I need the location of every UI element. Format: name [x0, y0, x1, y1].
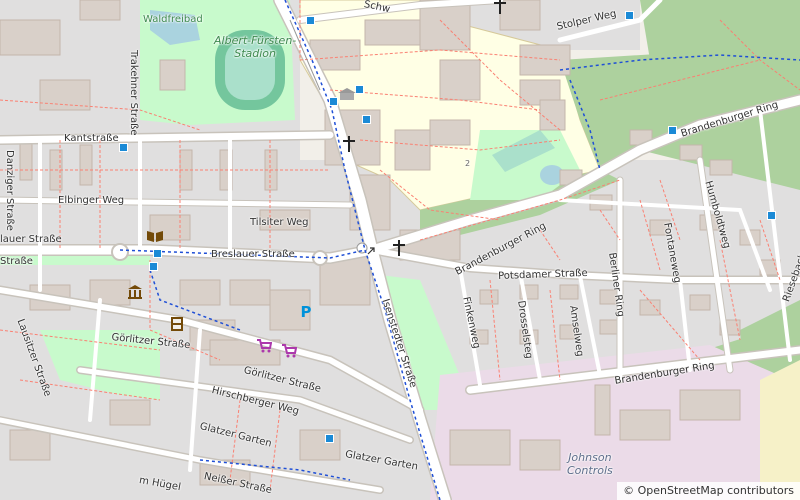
parking-letter: P [300, 303, 312, 321]
label-johnson-controls: Johnson Controls [567, 451, 613, 477]
bus-stop-icon[interactable] [767, 211, 776, 220]
label-school-number: 2 [465, 159, 471, 168]
label-breslauer-strasse: Breslauer Straße [211, 249, 295, 260]
direction-arrow-icon [366, 246, 376, 256]
bus-stop-icon[interactable] [306, 16, 315, 25]
shopping-cart-icon[interactable] [256, 339, 272, 353]
label-waldfreibad: Waldfreibad [143, 14, 203, 25]
bus-stop-icon[interactable] [668, 126, 677, 135]
label-kantstrasse: Kantstraße [64, 133, 119, 144]
church-icon[interactable] [342, 136, 358, 152]
bus-stop-icon[interactable] [119, 143, 128, 152]
cinema-icon[interactable] [169, 316, 185, 332]
shopping-cart-icon[interactable] [281, 344, 297, 358]
bus-stop-icon[interactable] [149, 262, 158, 271]
library-icon[interactable] [146, 229, 164, 243]
bus-stop-icon[interactable] [153, 249, 162, 258]
label-strasse-west: Straße [0, 256, 33, 267]
school-building-icon [338, 88, 356, 100]
church-icon[interactable] [392, 240, 408, 256]
label-trakehner-strasse: Trakehner Straße [128, 50, 139, 136]
attribution-text[interactable]: © OpenStreetMap contributors [623, 484, 794, 497]
bus-stop-icon[interactable] [325, 434, 334, 443]
label-breslauer-strasse-west: lauer Straße [0, 234, 62, 245]
label-danziger-strasse: Danziger Straße [4, 150, 15, 231]
map-view[interactable]: P Schw Waldfreibad Albert-Fürsten- Stadi… [0, 0, 800, 500]
label-stadion: Albert-Fürsten- Stadion [214, 34, 297, 60]
bus-stop-icon[interactable] [355, 85, 364, 94]
map-attribution[interactable]: © OpenStreetMap contributors [617, 482, 800, 500]
parking-icon[interactable]: P [298, 303, 314, 321]
road-kantstrasse [0, 131, 334, 144]
label-tilsiter-weg: Tilsiter Weg [250, 217, 309, 228]
label-elbinger-weg: Elbinger Weg [58, 195, 125, 206]
bus-stop-icon[interactable] [362, 115, 371, 124]
bus-stop-icon[interactable] [625, 11, 634, 20]
church-icon[interactable] [493, 0, 509, 14]
bus-stop-icon[interactable] [329, 97, 338, 106]
museum-icon[interactable] [127, 284, 143, 300]
